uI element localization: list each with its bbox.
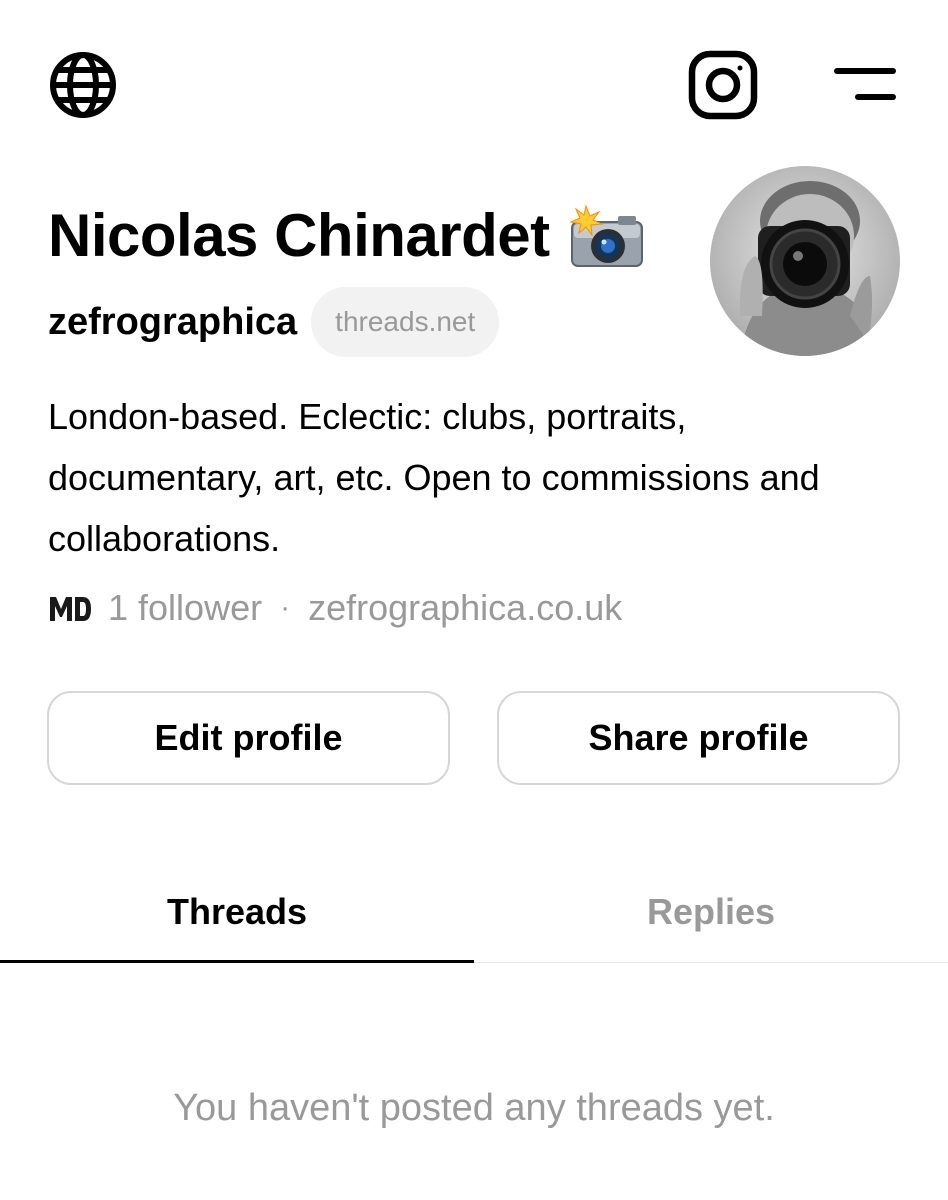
md-avatar-icon[interactable] <box>48 592 92 624</box>
profile-handle: zefrographica <box>48 301 298 343</box>
empty-state-message: You haven't posted any threads yet. <box>173 1087 775 1129</box>
website-link[interactable]: zefrographica.co.uk <box>308 587 622 629</box>
profile-name: Nicolas Chinardet <box>48 202 550 269</box>
followers-count[interactable]: 1 follower <box>108 587 262 629</box>
instagram-icon[interactable] <box>688 50 758 120</box>
profile-bio: London-based. Eclectic: clubs, portraits… <box>48 396 820 559</box>
camera-with-flash-icon <box>566 204 646 270</box>
tab-threads[interactable]: Threads <box>0 860 474 964</box>
profile-meta: 1 follower · zefrographica.co.uk <box>48 584 622 632</box>
domain-chip[interactable]: threads.net <box>311 287 500 357</box>
share-profile-button[interactable]: Share profile <box>497 691 900 785</box>
globe-icon[interactable] <box>48 50 118 120</box>
avatar[interactable] <box>710 166 900 356</box>
menu-icon[interactable] <box>832 62 898 106</box>
handle-row: zefrographica threads.net <box>48 287 500 357</box>
tab-replies[interactable]: Replies <box>474 860 948 964</box>
active-tab-indicator <box>0 960 474 963</box>
edit-profile-button[interactable]: Edit profile <box>47 691 450 785</box>
separator-dot: · <box>280 591 291 624</box>
top-bar <box>0 0 948 170</box>
